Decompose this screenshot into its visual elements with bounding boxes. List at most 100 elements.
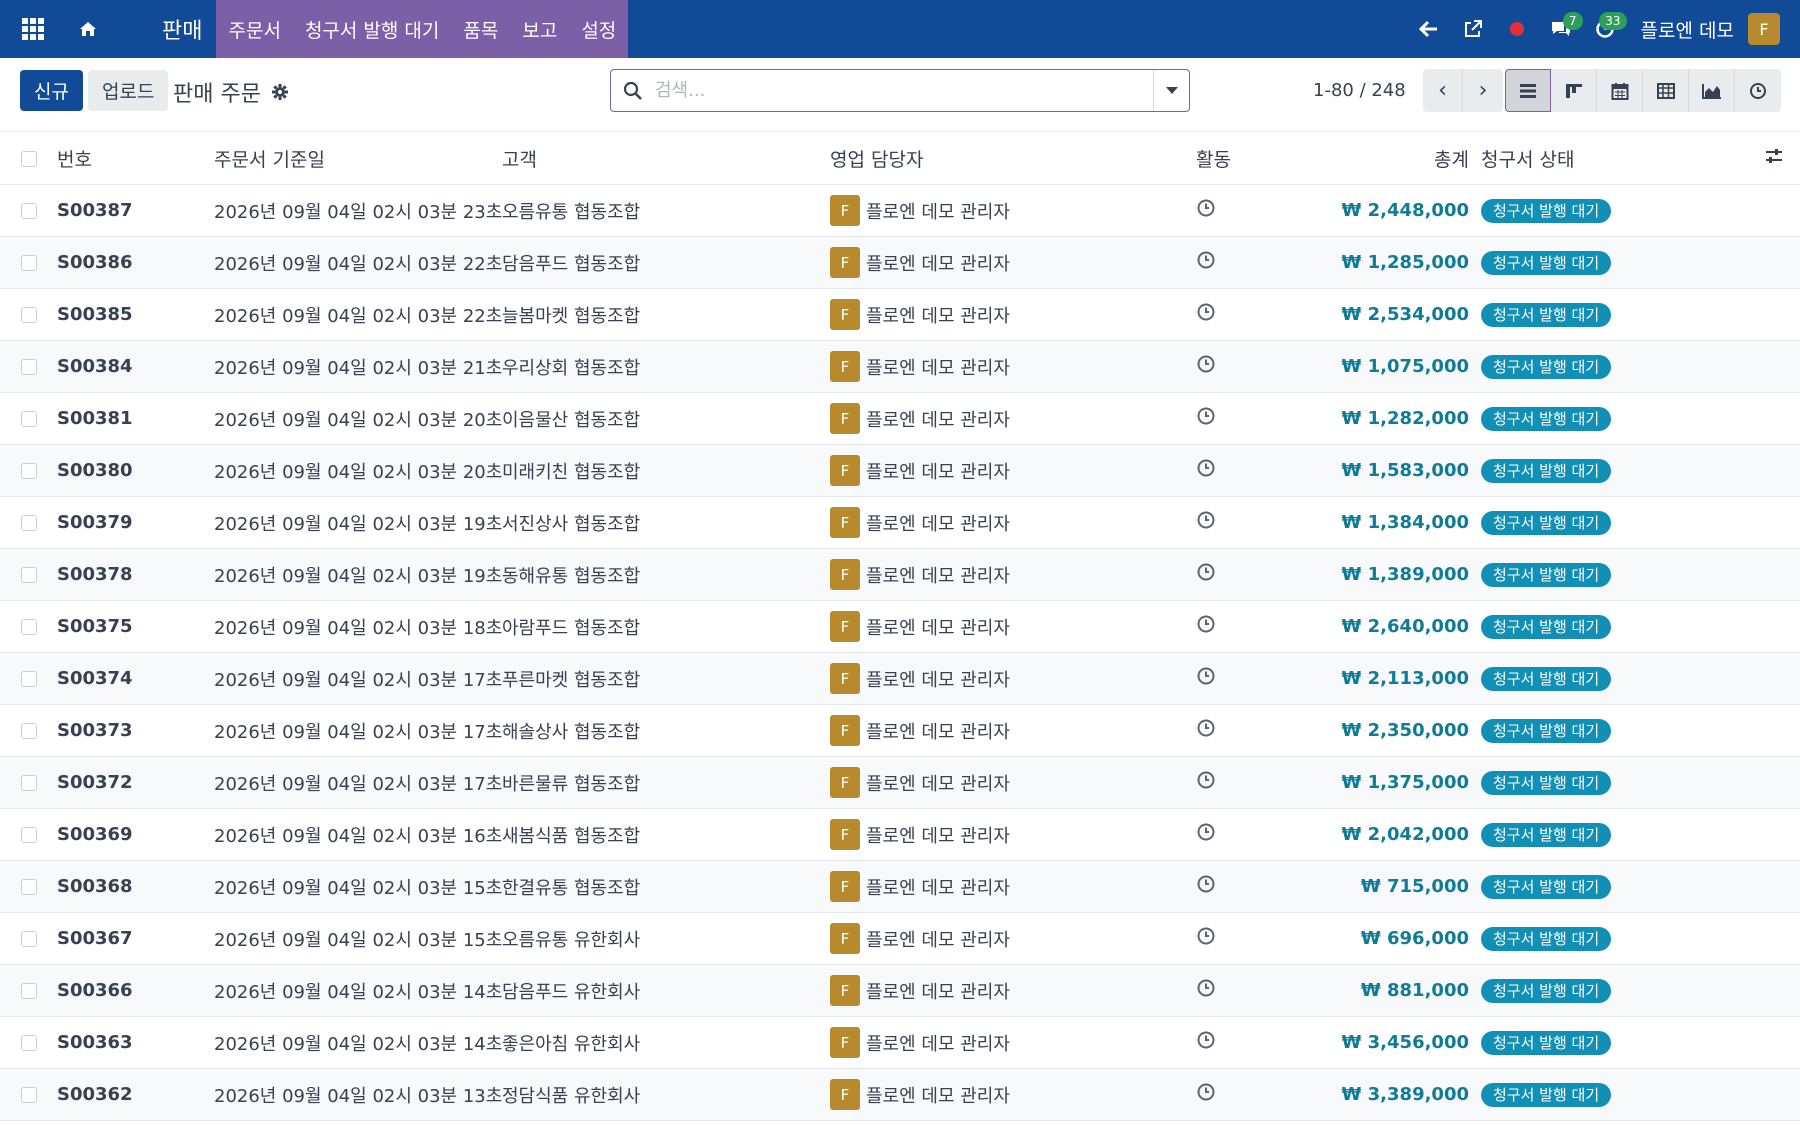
table-row[interactable]: S00375 2026년 09월 04일 02시 03분 18초 아람푸드 협동조합… [0, 601, 1800, 653]
header-customer[interactable]: 고객 [502, 145, 537, 172]
pager-next-button[interactable]: › [1463, 69, 1503, 112]
table-row[interactable]: S00372 2026년 09월 04일 02시 03분 17초 바른물류 협동조합… [0, 757, 1800, 809]
activity-clock-icon[interactable] [1196, 302, 1216, 327]
invoice-status: 청구서 발행 대기 [1481, 978, 1612, 1003]
activity-clock-icon[interactable] [1196, 822, 1216, 847]
kanban-view-button[interactable] [1551, 69, 1597, 112]
activity-clock-icon[interactable] [1196, 1030, 1216, 1055]
header-activity[interactable]: 활동 [1196, 145, 1231, 172]
app-brand[interactable]: 판매 [110, 0, 216, 58]
row-checkbox[interactable] [21, 410, 37, 427]
row-checkbox[interactable] [21, 930, 37, 947]
row-checkbox[interactable] [21, 618, 37, 635]
row-checkbox[interactable] [21, 982, 37, 999]
gear-icon[interactable] [271, 83, 289, 101]
table-row[interactable]: S00381 2026년 09월 04일 02시 03분 20초 이음물산 협동조합… [0, 393, 1800, 445]
activity-clock-icon[interactable] [1196, 406, 1216, 431]
table-row[interactable]: S00374 2026년 09월 04일 02시 03분 17초 푸른마켓 협동조합… [0, 653, 1800, 705]
search-options-toggle[interactable] [1153, 70, 1189, 111]
row-checkbox[interactable] [21, 462, 37, 479]
pivot-view-button[interactable] [1643, 69, 1689, 112]
table-row[interactable]: S00380 2026년 09월 04일 02시 03분 20초 미래키친 협동조합… [0, 445, 1800, 497]
table-row[interactable]: S00368 2026년 09월 04일 02시 03분 15초 한결유통 협동조합… [0, 861, 1800, 913]
activity-clock-icon[interactable] [1196, 926, 1216, 951]
table-row[interactable]: S00367 2026년 09월 04일 02시 03분 15초 오름유통 유한회사… [0, 913, 1800, 965]
row-checkbox[interactable] [21, 202, 37, 219]
activity-clock-icon[interactable] [1196, 198, 1216, 223]
new-button[interactable]: 신규 [20, 70, 83, 111]
activity-clock-icon[interactable] [1196, 770, 1216, 795]
row-checkbox[interactable] [21, 722, 37, 739]
table-row[interactable]: S00373 2026년 09월 04일 02시 03분 17초 해솔상사 협동조합… [0, 705, 1800, 757]
user-avatar[interactable]: F [1748, 13, 1780, 45]
row-checkbox[interactable] [21, 514, 37, 531]
table-row[interactable]: S00386 2026년 09월 04일 02시 03분 22초 담음푸드 협동조합… [0, 237, 1800, 289]
table-row[interactable]: S00387 2026년 09월 04일 02시 03분 23초 오름유통 협동조합… [0, 185, 1800, 237]
user-name[interactable]: 플로엔 데모 [1641, 16, 1734, 43]
column-settings-icon[interactable] [1764, 147, 1784, 170]
table-row[interactable]: S00366 2026년 09월 04일 02시 03분 14초 담음푸드 유한회사… [0, 965, 1800, 1017]
menu-orders[interactable]: 주문서 [216, 0, 292, 58]
row-checkbox[interactable] [21, 774, 37, 791]
activity-clock-icon[interactable] [1196, 458, 1216, 483]
graph-view-button[interactable] [1689, 69, 1735, 112]
header-invoice-status[interactable]: 청구서 상태 [1481, 145, 1574, 172]
menu-products[interactable]: 품목 [451, 0, 510, 58]
row-checkbox[interactable] [21, 826, 37, 843]
activity-clock-icon[interactable] [1196, 510, 1216, 535]
activity-clock-icon[interactable] [1196, 250, 1216, 275]
menu-reporting[interactable]: 보고 [510, 0, 569, 58]
activity-clock-icon[interactable] [1196, 874, 1216, 899]
header-number[interactable]: 번호 [57, 145, 92, 172]
select-all-checkbox[interactable] [21, 150, 37, 167]
header-salesperson[interactable]: 영업 담당자 [830, 145, 923, 172]
activity-clock-icon[interactable] [1196, 1082, 1216, 1107]
table-row[interactable]: S00363 2026년 09월 04일 02시 03분 14초 좋은아침 유한회사… [0, 1017, 1800, 1069]
activity-view-button[interactable] [1735, 69, 1781, 112]
open-external-button[interactable] [1451, 0, 1495, 58]
row-checkbox[interactable] [21, 1034, 37, 1051]
table-row[interactable]: S00369 2026년 09월 04일 02시 03분 16초 새봄식품 협동조합… [0, 809, 1800, 861]
row-checkbox[interactable] [21, 306, 37, 323]
record-button[interactable] [1495, 0, 1539, 58]
row-checkbox[interactable] [21, 566, 37, 583]
activity-clock-icon[interactable] [1196, 978, 1216, 1003]
list-view-button[interactable] [1505, 69, 1551, 112]
menu-settings[interactable]: 설정 [569, 0, 628, 58]
activity-clock-icon[interactable] [1196, 614, 1216, 639]
menu-to-invoice[interactable]: 청구서 발행 대기 [293, 0, 451, 58]
salesperson: F 플로엔 데모 관리자 [830, 403, 1010, 434]
upload-button[interactable]: 업로드 [88, 70, 169, 111]
table-row[interactable]: S00385 2026년 09월 04일 02시 03분 22초 늘봄마켓 협동조합… [0, 289, 1800, 341]
order-date: 2026년 09월 04일 02시 03분 15초 [214, 929, 503, 951]
search-input[interactable] [655, 70, 1153, 111]
customer-name: 해솔상사 협동조합 [502, 721, 641, 743]
activity-clock-icon[interactable] [1196, 354, 1216, 379]
row-checkbox[interactable] [21, 254, 37, 271]
salesperson: F 플로엔 데모 관리자 [830, 767, 1010, 798]
row-checkbox[interactable] [21, 878, 37, 895]
table-row[interactable]: S00362 2026년 09월 04일 02시 03분 13초 정담식품 유한회사… [0, 1069, 1800, 1121]
table-row[interactable]: S00379 2026년 09월 04일 02시 03분 19초 서진상사 협동조합… [0, 497, 1800, 549]
home-button[interactable] [66, 0, 110, 58]
table-row[interactable]: S00378 2026년 09월 04일 02시 03분 19초 동해유통 협동조합… [0, 549, 1800, 601]
pager-value[interactable]: 1-80 / 248 [1313, 80, 1406, 101]
table-row[interactable]: S00384 2026년 09월 04일 02시 03분 21초 우리상회 협동조합… [0, 341, 1800, 393]
row-checkbox[interactable] [21, 1086, 37, 1103]
calendar-view-button[interactable] [1597, 69, 1643, 112]
row-checkbox[interactable] [21, 670, 37, 687]
activities-button[interactable]: 33 [1583, 0, 1627, 58]
activity-clock-icon[interactable] [1196, 562, 1216, 587]
apps-menu-button[interactable] [0, 0, 66, 58]
salesperson-name: 플로엔 데모 관리자 [866, 669, 1010, 691]
order-date: 2026년 09월 04일 02시 03분 19초 [214, 565, 503, 587]
activity-clock-icon[interactable] [1196, 666, 1216, 691]
activity-clock-icon[interactable] [1196, 718, 1216, 743]
salesperson-name: 플로엔 데모 관리자 [866, 1033, 1010, 1055]
header-total[interactable]: 총계 [1434, 145, 1469, 172]
pager-previous-button[interactable]: ‹ [1423, 69, 1463, 112]
messages-button[interactable]: 7 [1539, 0, 1583, 58]
back-button[interactable] [1407, 0, 1451, 58]
header-date[interactable]: 주문서 기준일 [214, 145, 325, 172]
row-checkbox[interactable] [21, 358, 37, 375]
